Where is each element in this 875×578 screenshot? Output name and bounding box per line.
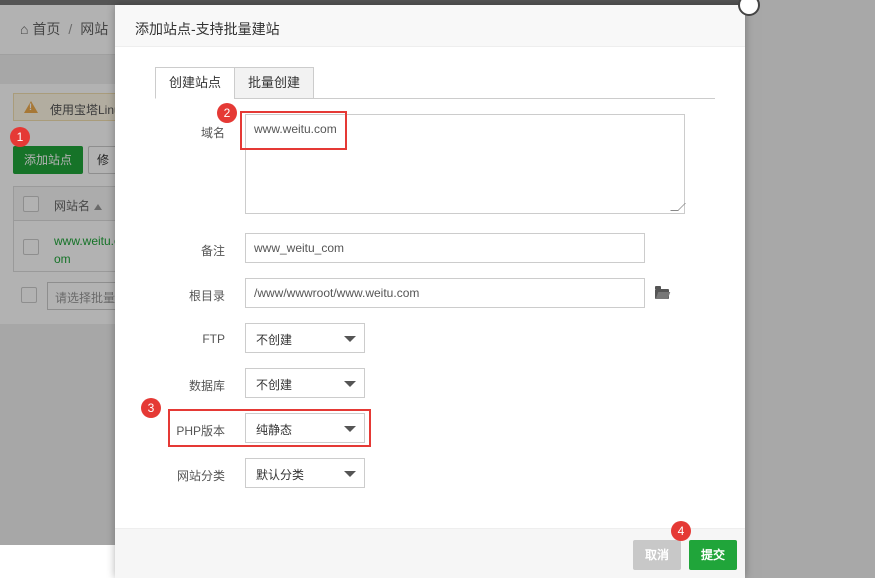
category-select[interactable]: 默认分类	[245, 458, 365, 488]
ftp-label: FTP	[202, 332, 225, 346]
dialog-tabs: 创建站点 批量创建	[155, 67, 715, 99]
domain-label: 域名	[200, 126, 225, 140]
database-label: 数据库	[188, 379, 225, 393]
add-site-dialog: 添加站点-支持批量建站 创建站点 批量创建 域名 www.weitu.com 备…	[115, 5, 745, 578]
chevron-down-icon	[344, 471, 356, 477]
database-select[interactable]: 不创建	[245, 368, 365, 398]
ftp-select[interactable]: 不创建	[245, 323, 365, 353]
page-bottom	[0, 545, 115, 578]
dialog-footer: 取消 提交	[115, 528, 745, 578]
step-marker-3: 3	[141, 398, 161, 418]
category-value: 默认分类	[256, 468, 305, 482]
dialog-title: 添加站点-支持批量建站	[115, 5, 745, 47]
note-label: 备注	[200, 244, 225, 258]
tab-create-site[interactable]: 创建站点	[155, 67, 235, 99]
ftp-value: 不创建	[256, 333, 293, 347]
step-marker-1: 1	[10, 127, 30, 147]
highlight-box-domain	[240, 111, 347, 150]
highlight-box-php	[168, 409, 371, 447]
step-marker-4: 4	[671, 521, 691, 541]
folder-open-icon[interactable]	[655, 286, 669, 299]
root-dir-label: 根目录	[188, 289, 225, 303]
note-input[interactable]: www_weitu_com	[245, 233, 645, 263]
cancel-button[interactable]: 取消	[633, 540, 681, 570]
note-value: www_weitu_com	[254, 241, 345, 255]
chevron-down-icon	[344, 336, 356, 342]
chevron-down-icon	[344, 381, 356, 387]
submit-button[interactable]: 提交	[689, 540, 737, 570]
category-label: 网站分类	[176, 469, 225, 483]
root-dir-value: /www/wwwroot/www.weitu.com	[254, 286, 420, 300]
root-dir-input[interactable]: /www/wwwroot/www.weitu.com	[245, 278, 645, 308]
resize-handle-icon[interactable]	[670, 203, 686, 211]
tab-batch-create[interactable]: 批量创建	[234, 67, 314, 99]
step-marker-2: 2	[217, 103, 237, 123]
database-value: 不创建	[256, 378, 293, 392]
